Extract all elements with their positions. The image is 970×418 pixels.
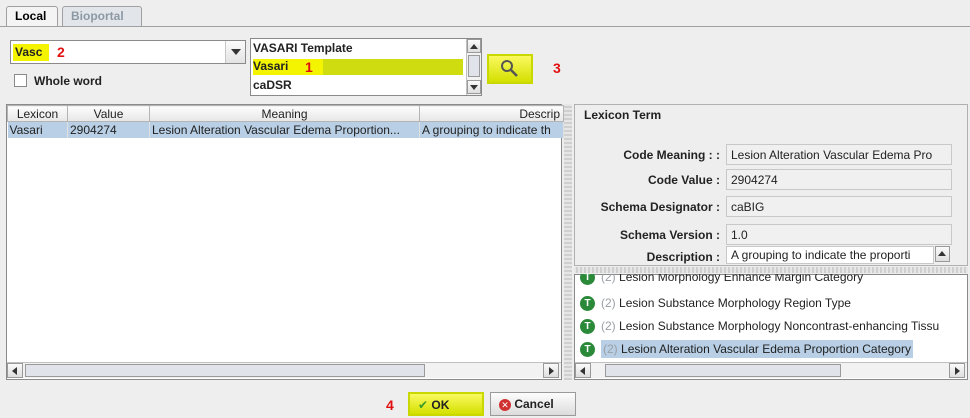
term-icon: T <box>580 296 595 312</box>
tab-local[interactable]: Local <box>6 6 58 26</box>
search-combo[interactable]: Vasc 2 <box>10 40 246 64</box>
cancel-button[interactable]: ✕ Cancel <box>490 392 576 416</box>
tree-item[interactable]: T (2) Lesion Morphology Enhance Margin Ca… <box>580 274 863 288</box>
tree-item-label: Lesion Morphology Enhance Margin Categor… <box>619 274 864 284</box>
scroll-thumb[interactable] <box>468 55 480 77</box>
tree-item-label: Lesion Substance Morphology Region Type <box>619 296 851 310</box>
cell-description: A grouping to indicate th <box>419 121 564 138</box>
tab-bioportal[interactable]: Bioportal <box>62 6 142 26</box>
combo-dropdown-button[interactable] <box>225 41 245 63</box>
selection-highlight <box>323 59 463 75</box>
term-icon: T <box>580 274 595 286</box>
term-icon: T <box>580 342 595 358</box>
whole-word-checkbox[interactable] <box>14 74 27 87</box>
right-arrow-icon <box>955 367 960 375</box>
scroll-up-button[interactable] <box>467 39 481 53</box>
description-field[interactable]: A grouping to indicate the proporti <box>726 246 934 264</box>
whole-word-label: Whole word <box>34 74 102 88</box>
tree-item-count: (2) <box>603 342 618 356</box>
tree-item-count: (2) <box>601 274 616 284</box>
column-header-lexicon[interactable]: Lexicon <box>7 105 68 122</box>
scroll-left-button[interactable] <box>7 363 23 378</box>
tree-item[interactable]: T (2) Lesion Substance Morphology Noncont… <box>580 319 966 339</box>
cancel-icon: ✕ <box>499 398 511 411</box>
cell-lexicon: Vasari <box>7 121 68 138</box>
scroll-down-button[interactable] <box>467 80 481 94</box>
scroll-thumb[interactable] <box>605 364 841 377</box>
magnifier-icon <box>501 60 518 77</box>
schema-version-label: Schema Version : <box>619 228 720 242</box>
ok-button-label: OK <box>431 398 450 412</box>
search-combo-value: Vasc <box>13 44 49 61</box>
tree-item[interactable]: T (2) Lesion Substance Morphology Region … <box>580 296 851 316</box>
tree-item-count: (2) <box>601 296 616 310</box>
column-header-value[interactable]: Value <box>67 105 150 122</box>
results-table-panel: Lexicon Value Meaning Descrip Vasari 290… <box>6 104 564 380</box>
template-item-cadsr[interactable]: caDSR <box>253 78 463 93</box>
tree-item-count: (2) <box>601 319 616 333</box>
scroll-right-button[interactable] <box>543 363 559 378</box>
tree-item-label: Lesion Substance Morphology Noncontrast-… <box>619 319 940 333</box>
schema-version-field[interactable]: 1.0 <box>726 224 952 245</box>
cell-value: 2904274 <box>67 121 150 138</box>
template-item-vasari-label: Vasari <box>253 59 289 73</box>
down-arrow-icon <box>470 85 478 90</box>
annotation-marker-1: 1 <box>305 59 313 75</box>
chevron-down-icon <box>231 49 241 55</box>
annotation-marker-3: 3 <box>553 60 561 76</box>
table-row[interactable]: Vasari 2904274 Lesion Alteration Vascula… <box>7 121 564 138</box>
results-table: Lexicon Value Meaning Descrip Vasari 290… <box>7 105 564 138</box>
description-label: Description : <box>646 250 720 264</box>
tree-item-label: Lesion Alteration Vascular Edema Proport… <box>621 342 911 356</box>
template-list[interactable]: VASARI Template Vasari 1 caDSR <box>250 38 482 96</box>
code-meaning-label: Code Meaning : : <box>623 148 720 162</box>
column-header-description[interactable]: Descrip <box>419 105 564 122</box>
ok-button[interactable]: ✔ OK <box>408 392 484 416</box>
cell-meaning: Lesion Alteration Vascular Edema Proport… <box>149 121 420 138</box>
up-arrow-icon <box>938 251 946 256</box>
left-arrow-icon <box>12 367 17 375</box>
right-arrow-icon <box>549 367 554 375</box>
left-arrow-icon <box>580 367 585 375</box>
code-meaning-field[interactable]: Lesion Alteration Vascular Edema Pro <box>726 144 952 165</box>
check-icon: ✔ <box>418 398 429 412</box>
cancel-button-label: Cancel <box>514 397 554 411</box>
panel-split-divider[interactable] <box>574 267 968 273</box>
code-value-field[interactable]: 2904274 <box>726 169 952 190</box>
description-scroll-up[interactable] <box>935 246 950 262</box>
lexicon-term-title: Lexicon Term <box>582 108 664 122</box>
schema-designator-label: Schema Designator : <box>600 200 720 214</box>
results-horizontal-scrollbar[interactable] <box>7 362 561 378</box>
template-list-scrollbar[interactable] <box>466 39 481 95</box>
schema-designator-field[interactable]: caBIG <box>726 196 952 217</box>
scroll-left-button[interactable] <box>575 363 591 378</box>
template-item-vasari-template[interactable]: VASARI Template <box>253 41 463 56</box>
annotation-marker-4: 4 <box>386 397 394 413</box>
scroll-thumb[interactable] <box>25 364 425 377</box>
template-item-vasari-selected[interactable]: Vasari 1 <box>253 59 463 75</box>
tree-horizontal-scrollbar[interactable] <box>575 362 967 378</box>
search-button[interactable] <box>487 54 533 84</box>
up-arrow-icon <box>470 44 478 49</box>
column-header-meaning[interactable]: Meaning <box>149 105 420 122</box>
term-icon: T <box>580 319 595 335</box>
tab-divider <box>0 26 970 27</box>
split-pane-divider[interactable] <box>564 104 572 380</box>
scroll-right-button[interactable] <box>949 363 965 378</box>
tree-item-selected[interactable]: T (2) Lesion Alteration Vascular Edema Pr… <box>580 340 913 362</box>
annotation-marker-2: 2 <box>57 44 65 60</box>
code-value-label: Code Value : <box>647 173 720 187</box>
